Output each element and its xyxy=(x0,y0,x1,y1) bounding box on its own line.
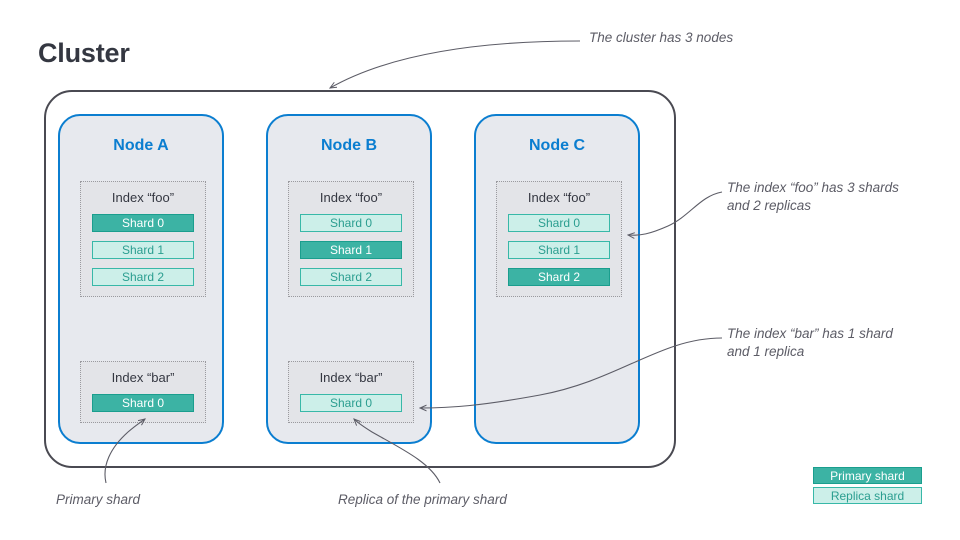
node-b-title: Node B xyxy=(321,137,377,154)
shard-box[interactable]: Shard 0 xyxy=(92,394,194,412)
node-b[interactable]: Node B Index “foo” Shard 0 Shard 1 Shard… xyxy=(266,114,432,444)
annotation-replica-shard: Replica of the primary shard xyxy=(338,492,507,507)
index-name: Index “foo” xyxy=(527,190,591,205)
node-c-index-foo: Index “foo” Shard 0 Shard 1 Shard 2 xyxy=(496,181,622,297)
node-b-index-foo: Index “foo” Shard 0 Shard 1 Shard 2 xyxy=(288,181,414,297)
index-name: Index “foo” xyxy=(319,190,383,205)
shard-box[interactable]: Shard 0 xyxy=(300,214,402,232)
node-a[interactable]: Node A Index “foo” Shard 0 Shard 1 Shard… xyxy=(58,114,224,444)
annotation-cluster-nodes: The cluster has 3 nodes xyxy=(589,30,734,45)
annotation-index-bar: The index “bar” has 1 shard and 1 replic… xyxy=(727,326,893,359)
annotation-primary-shard: Primary shard xyxy=(56,492,141,507)
leader-cluster xyxy=(330,40,581,88)
annotation-index-foo: The index “foo” has 3 shards and 2 repli… xyxy=(727,180,899,213)
index-name: Index “bar” xyxy=(319,370,383,385)
node-a-title: Node A xyxy=(113,137,169,154)
shard-box[interactable]: Shard 0 xyxy=(300,394,402,412)
legend-item-replica-shard: Replica shard xyxy=(813,487,922,504)
node-c-title: Node C xyxy=(529,137,585,154)
index-name: Index “bar” xyxy=(111,370,175,385)
shard-box[interactable]: Shard 2 xyxy=(92,268,194,286)
node-c[interactable]: Node C Index “foo” Shard 0 Shard 1 Shard… xyxy=(474,114,640,444)
legend-item-primary-shard: Primary shard xyxy=(813,467,922,484)
node-a-index-foo: Index “foo” Shard 0 Shard 1 Shard 2 xyxy=(80,181,206,297)
shard-box[interactable]: Shard 2 xyxy=(300,268,402,286)
legend: Primary shard Replica shard xyxy=(813,467,922,507)
node-a-index-bar: Index “bar” Shard 0 xyxy=(80,361,206,423)
shard-box[interactable]: Shard 1 xyxy=(508,241,610,259)
shard-box[interactable]: Shard 0 xyxy=(92,214,194,232)
page-title: Cluster xyxy=(38,38,130,68)
shard-box[interactable]: Shard 2 xyxy=(508,268,610,286)
shard-box[interactable]: Shard 1 xyxy=(92,241,194,259)
shard-box[interactable]: Shard 1 xyxy=(300,241,402,259)
index-name: Index “foo” xyxy=(111,190,175,205)
shard-box[interactable]: Shard 0 xyxy=(508,214,610,232)
node-b-index-bar: Index “bar” Shard 0 xyxy=(288,361,414,423)
